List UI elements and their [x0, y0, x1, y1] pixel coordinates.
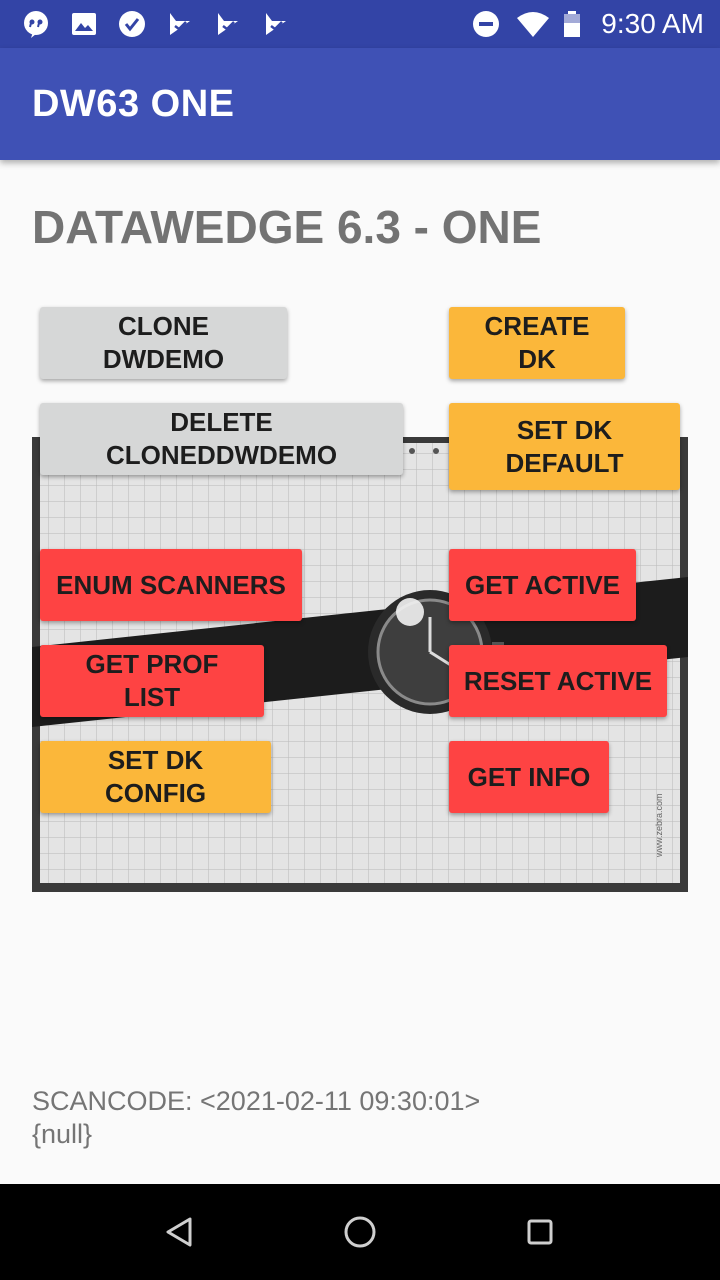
quote-notification-icon [24, 11, 48, 38]
get-info-button[interactable]: GET INFO [449, 741, 609, 813]
get-active-button[interactable]: GET ACTIVE [449, 549, 636, 621]
preview-watermark: www.zebra.com [654, 793, 664, 858]
status-bar: 9:30 AM [0, 0, 720, 48]
clone-dwdemo-button[interactable]: CLONE DWDEMO [40, 307, 287, 379]
scancode-output: SCANCODE: <2021-02-11 09:30:01> {null} [32, 1085, 480, 1151]
status-time: 9:30 AM [601, 8, 704, 39]
navigation-bar [0, 1184, 720, 1280]
scancode-label: SCANCODE: <2021-02-11 09:30:01> [32, 1086, 481, 1116]
set-dk-default-button[interactable]: SET DK DEFAULT [449, 403, 680, 490]
reset-active-button[interactable]: RESET ACTIVE [449, 645, 667, 717]
back-icon[interactable] [156, 1208, 204, 1256]
delete-cloned-dwdemo-button[interactable]: DELETE CLONEDDWDEMO [40, 403, 403, 475]
battery-icon [564, 11, 580, 37]
wifi-icon [517, 12, 549, 37]
scancode-value: {null} [32, 1119, 93, 1149]
datawedge-icon [266, 13, 286, 35]
set-dk-config-button[interactable]: SET DK CONFIG [40, 741, 271, 813]
recents-icon[interactable] [516, 1208, 564, 1256]
get-prof-list-button[interactable]: GET PROF LIST [40, 645, 264, 717]
image-notification-icon [72, 13, 96, 35]
check-circle-icon [119, 11, 145, 37]
datawedge-icon [170, 13, 190, 35]
app-title: DW63 ONE [32, 83, 235, 125]
datawedge-icon [218, 13, 238, 35]
page-title: DATAWEDGE 6.3 - ONE [32, 201, 542, 253]
app-bar: DW63 ONE [0, 48, 720, 160]
create-dk-button[interactable]: CREATE DK [449, 307, 625, 379]
enum-scanners-button[interactable]: ENUM SCANNERS [40, 549, 302, 621]
do-not-disturb-icon [473, 11, 499, 37]
home-icon[interactable] [336, 1208, 384, 1256]
